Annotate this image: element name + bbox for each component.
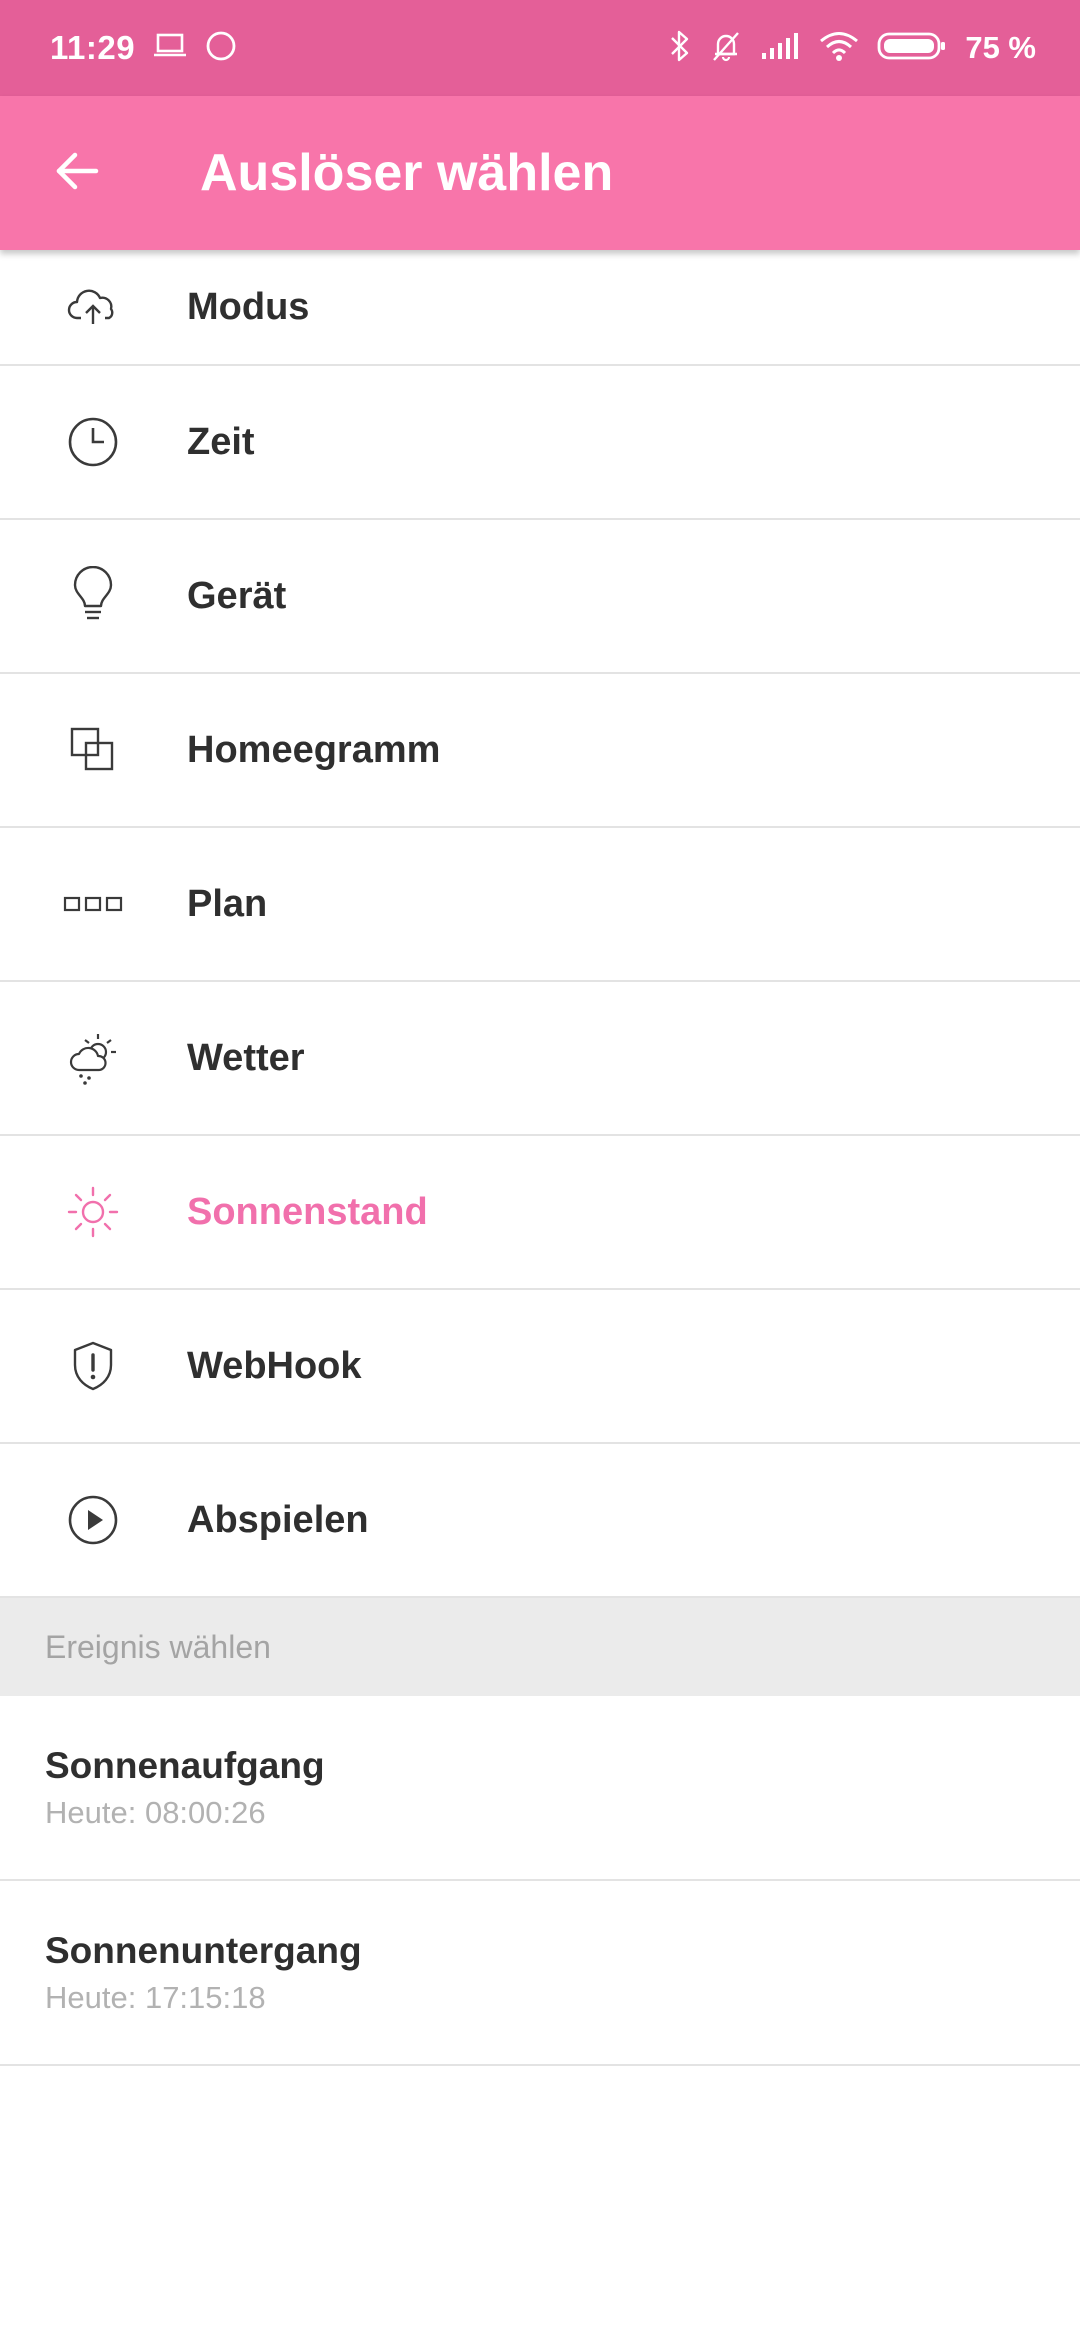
event-title: Sonnenuntergang — [45, 1929, 362, 1971]
wifi-icon — [819, 30, 859, 67]
trigger-label: Abspielen — [187, 1498, 369, 1541]
signal-icon — [761, 31, 801, 66]
arrow-back-icon — [53, 147, 101, 200]
status-bar-left: 11:29 — [50, 29, 237, 67]
back-button[interactable] — [0, 96, 154, 250]
event-time: Heute: 17:15:18 — [45, 1979, 266, 2015]
weather-icon — [60, 1025, 126, 1091]
webhook-icon — [60, 1333, 126, 1399]
trigger-label: Modus — [187, 285, 310, 328]
cloud-upload-icon — [60, 274, 126, 340]
clock-icon — [60, 409, 126, 475]
event-title: Sonnenaufgang — [45, 1744, 325, 1786]
homeegram-icon — [60, 717, 126, 783]
lightbulb-icon — [60, 563, 126, 629]
trigger-label: Zeit — [187, 420, 255, 463]
play-icon — [60, 1487, 126, 1553]
event-item-sunset[interactable]: Sonnenuntergang Heute: 17:15:18 — [0, 1881, 1080, 2066]
event-section-header: Ereignis wählen — [0, 1598, 1080, 1696]
status-time: 11:29 — [50, 29, 136, 66]
page-title: Auslöser wählen — [200, 144, 614, 202]
trigger-label: Wetter — [187, 1036, 305, 1079]
app-bar: Auslöser wählen — [0, 96, 1080, 250]
trigger-label: Homeegramm — [187, 728, 441, 771]
plan-icon — [60, 871, 126, 937]
status-bar-right: 75 % — [669, 29, 1036, 68]
trigger-label: WebHook — [187, 1344, 362, 1387]
notifications-off-icon — [709, 29, 743, 68]
trigger-label: Gerät — [187, 574, 287, 617]
status-bar: 11:29 75 % — [0, 0, 1080, 96]
bluetooth-icon — [669, 29, 691, 68]
trigger-item-sonnenstand[interactable]: Sonnenstand — [0, 1136, 1080, 1290]
battery-percentage: 75 % — [965, 30, 1036, 65]
event-item-sunrise[interactable]: Sonnenaufgang Heute: 08:00:26 — [0, 1696, 1080, 1881]
trigger-item-modus[interactable]: Modus — [0, 250, 1080, 366]
trigger-item-abspielen[interactable]: Abspielen — [0, 1444, 1080, 1598]
event-time: Heute: 08:00:26 — [45, 1794, 266, 1830]
trigger-item-wetter[interactable]: Wetter — [0, 982, 1080, 1136]
battery-icon — [877, 30, 947, 67]
trigger-item-plan[interactable]: Plan — [0, 828, 1080, 982]
trigger-item-homeegramm[interactable]: Homeegramm — [0, 674, 1080, 828]
circle-icon — [205, 30, 237, 67]
trigger-list: Modus Zeit Gerät Homeegramm Plan Wetter — [0, 250, 1080, 2066]
laptop-icon — [153, 33, 187, 64]
trigger-item-zeit[interactable]: Zeit — [0, 366, 1080, 520]
trigger-label: Plan — [187, 882, 268, 925]
trigger-item-webhook[interactable]: WebHook — [0, 1290, 1080, 1444]
trigger-label: Sonnenstand — [187, 1190, 428, 1233]
sun-icon — [60, 1179, 126, 1245]
trigger-item-geraet[interactable]: Gerät — [0, 520, 1080, 674]
